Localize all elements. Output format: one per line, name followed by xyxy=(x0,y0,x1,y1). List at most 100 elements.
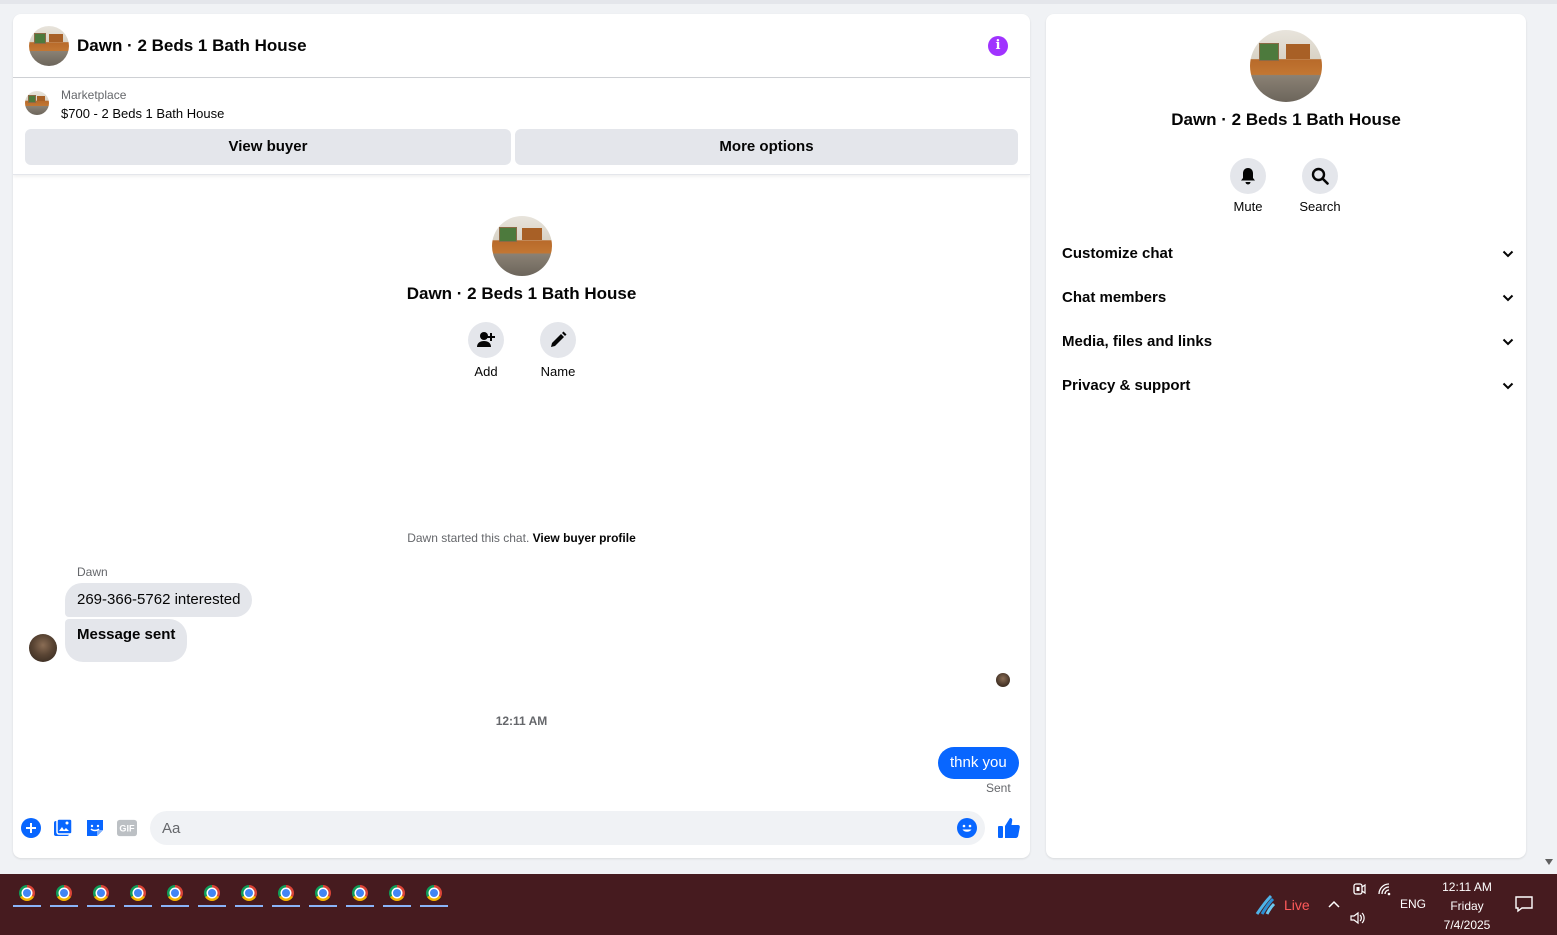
chevron-down-icon xyxy=(1502,250,1514,258)
smiley-icon xyxy=(962,824,972,832)
listing-thumbnail[interactable] xyxy=(25,91,49,115)
search-icon xyxy=(1311,167,1329,185)
wifi-icon[interactable] xyxy=(1377,882,1393,896)
chevron-down-icon xyxy=(1502,382,1514,390)
running-indicator xyxy=(50,905,78,907)
taskbar-app-button[interactable] xyxy=(346,881,374,907)
search-in-chat-button[interactable] xyxy=(1302,158,1338,194)
chat-header: Dawn · 2 Beds 1 Bath House i xyxy=(13,14,1030,78)
running-indicator xyxy=(346,905,374,907)
time-separator: 12:11 AM xyxy=(495,714,548,728)
clock[interactable]: 12:11 AM Friday 7/4/2025 xyxy=(1428,878,1506,935)
chrome-icon xyxy=(93,885,109,901)
customize-chat-section[interactable]: Customize chat xyxy=(1062,236,1514,272)
running-indicator xyxy=(198,905,226,907)
taskbar-app-button[interactable] xyxy=(13,881,41,907)
add-person-icon xyxy=(477,332,495,347)
scrollbar-down-arrow[interactable] xyxy=(1545,859,1553,865)
chrome-icon xyxy=(204,885,220,901)
taskbar-app-button[interactable] xyxy=(309,881,337,907)
chat-info-panel: Dawn · 2 Beds 1 Bath House Mute Search C… xyxy=(1046,14,1526,858)
taskbar: Live ENG 12:11 AM Friday 7/4/2025 xyxy=(0,874,1557,935)
privacy-support-section[interactable]: Privacy & support xyxy=(1062,368,1514,404)
taskbar-app-button[interactable] xyxy=(420,881,448,907)
chat-title[interactable]: Dawn · 2 Beds 1 Bath House xyxy=(77,36,307,56)
marketplace-banner: Marketplace $700 - 2 Beds 1 Bath House V… xyxy=(13,79,1030,175)
running-indicator xyxy=(124,905,152,907)
marketplace-label: Marketplace xyxy=(61,88,127,102)
profile-name: Dawn · 2 Beds 1 Bath House xyxy=(406,284,637,303)
attach-photo-button[interactable] xyxy=(53,818,73,838)
name-label: Name xyxy=(540,364,576,379)
running-indicator xyxy=(87,905,115,907)
gif-label: GIF xyxy=(119,824,135,834)
taskbar-app-button[interactable] xyxy=(87,881,115,907)
info-icon[interactable]: i xyxy=(988,36,1008,56)
taskbar-app-button[interactable] xyxy=(383,881,411,907)
mute-button[interactable] xyxy=(1230,158,1266,194)
info-name: Dawn · 2 Beds 1 Bath House xyxy=(1171,110,1401,129)
emoji-button[interactable] xyxy=(957,818,977,838)
chrome-icon xyxy=(389,885,405,901)
profile-avatar[interactable] xyxy=(492,216,552,276)
chat-avatar[interactable] xyxy=(29,26,69,66)
chat-panel: Dawn · 2 Beds 1 Bath House i Marketplace… xyxy=(13,14,1030,858)
thumbs-up-icon xyxy=(998,818,1020,838)
taskbar-app-button[interactable] xyxy=(235,881,263,907)
chat-started-notice: Dawn started this chat. View buyer profi… xyxy=(13,531,1030,545)
add-people-button[interactable] xyxy=(468,322,504,358)
chrome-icon xyxy=(19,885,35,901)
volume-icon[interactable] xyxy=(1350,911,1368,925)
like-button[interactable] xyxy=(997,816,1021,840)
sender-avatar[interactable] xyxy=(29,634,57,662)
chrome-icon xyxy=(167,885,183,901)
chevron-up-icon xyxy=(1328,900,1340,908)
chrome-icon xyxy=(56,885,72,901)
seen-indicator-avatar xyxy=(996,673,1010,687)
chat-members-section[interactable]: Chat members xyxy=(1062,280,1514,316)
incoming-message[interactable]: 269-366-5762 interested xyxy=(65,583,253,617)
running-indicator xyxy=(272,905,300,907)
meet-now-icon[interactable] xyxy=(1352,882,1366,896)
language-indicator[interactable]: ENG xyxy=(1400,897,1426,911)
incoming-message[interactable]: Message sent xyxy=(65,619,188,662)
clock-day: Friday xyxy=(1450,899,1484,913)
edit-name-button[interactable] xyxy=(540,322,576,358)
section-label: Media, files and links xyxy=(1062,333,1213,350)
started-text: Dawn started this chat. xyxy=(407,531,530,545)
live-label[interactable]: Live xyxy=(1284,897,1310,913)
sent-status: Sent xyxy=(986,781,1011,795)
chrome-icon xyxy=(315,885,331,901)
section-label: Chat members xyxy=(1062,289,1167,306)
chevron-down-icon xyxy=(1502,338,1514,346)
media-files-links-section[interactable]: Media, files and links xyxy=(1062,324,1514,360)
show-hidden-icons-button[interactable] xyxy=(1327,896,1341,912)
taskbar-app-button[interactable] xyxy=(124,881,152,907)
taskbar-app-button[interactable] xyxy=(272,881,300,907)
message-input[interactable] xyxy=(150,811,985,845)
sticker-button[interactable] xyxy=(85,818,105,838)
info-avatar[interactable] xyxy=(1250,30,1322,102)
chrome-icon xyxy=(278,885,294,901)
taskbar-app-button[interactable] xyxy=(161,881,189,907)
sticker-icon xyxy=(87,820,103,836)
listing-title[interactable]: $700 - 2 Beds 1 Bath House xyxy=(61,106,224,121)
taskbar-app-button[interactable] xyxy=(50,881,78,907)
more-options-button[interactable]: More options xyxy=(515,129,1018,165)
browser-top-strip xyxy=(0,0,1557,4)
notifications-icon[interactable] xyxy=(1514,894,1534,914)
view-buyer-profile-link[interactable]: View buyer profile xyxy=(533,531,636,545)
running-indicator xyxy=(309,905,337,907)
bell-icon xyxy=(1241,168,1255,185)
outgoing-message[interactable]: thnk you xyxy=(938,747,1019,779)
running-indicator xyxy=(420,905,448,907)
gif-button[interactable]: GIF xyxy=(117,818,137,838)
weather-icon[interactable] xyxy=(1254,894,1276,916)
taskbar-app-button[interactable] xyxy=(198,881,226,907)
chrome-icon xyxy=(130,885,146,901)
pencil-icon xyxy=(551,331,567,347)
gif-icon: GIF xyxy=(117,819,137,837)
view-buyer-button[interactable]: View buyer xyxy=(25,129,511,165)
more-actions-button[interactable] xyxy=(21,818,41,838)
chrome-icon xyxy=(241,885,257,901)
